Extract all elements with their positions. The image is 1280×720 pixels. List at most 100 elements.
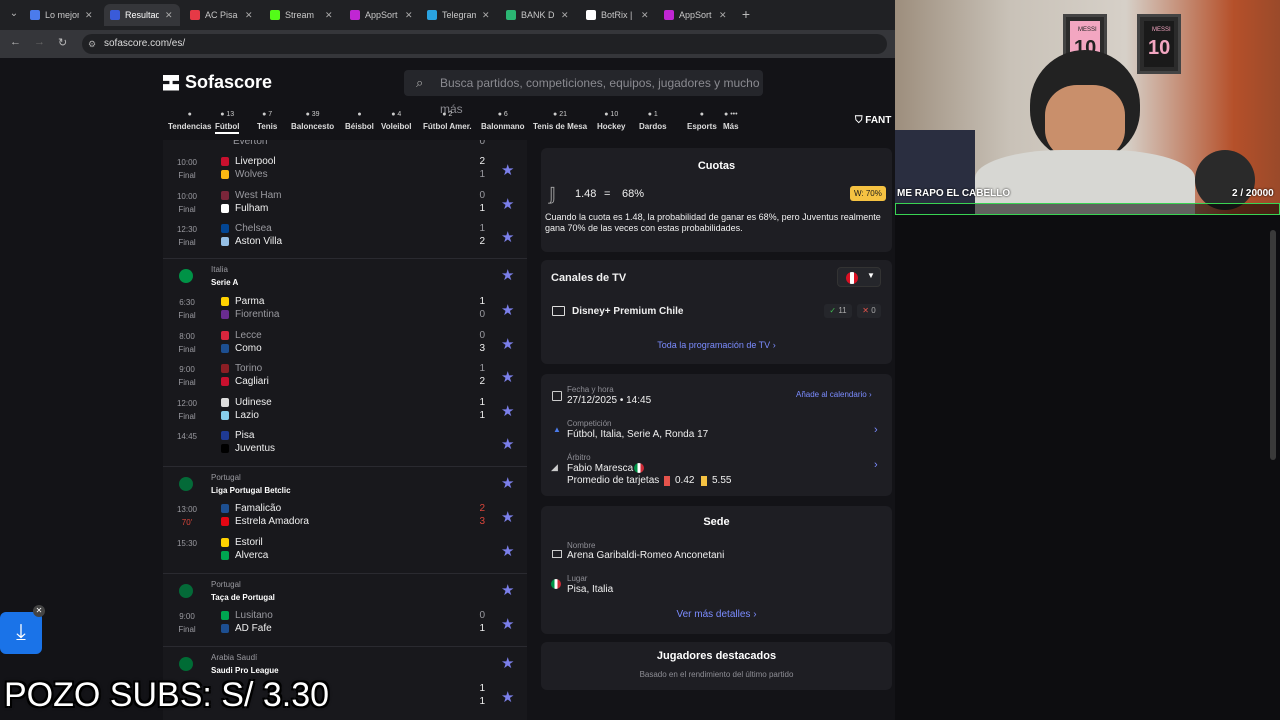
venue-details-link[interactable]: Ver más detalles › [541,609,892,620]
reload-icon[interactable]: ↻ [58,36,67,49]
favorite-star-icon[interactable]: ★ [501,402,514,420]
match-row[interactable]: 14:45 Pisa Juventus ★ [163,427,527,460]
tab-close-icon[interactable]: ✕ [482,10,490,21]
download-button[interactable]: ⤓ [0,612,42,654]
browser-tab[interactable]: BotRix | ✕ [580,4,656,26]
match-row[interactable]: 13:00 70' Famalicão Estrela Amadora 2 3 ★ [163,500,527,533]
favorite-star-icon[interactable]: ★ [501,581,514,599]
favorite-star-icon[interactable]: ★ [501,508,514,526]
sport-tab[interactable]: ● Béisbol [345,108,374,131]
sport-tab[interactable]: ● 7 Tenis [257,108,277,131]
referee-label: Árbitro [567,453,591,462]
favorite-star-icon[interactable]: ★ [501,335,514,353]
country-flag-icon [179,269,193,283]
sport-tab[interactable]: ● 4 Voleibol [381,108,412,131]
sport-tab[interactable]: ● 10 Hockey [597,108,625,131]
browser-tab[interactable]: BANK Di ✕ [500,4,576,26]
browser-tab[interactable]: Resultad ✕ [104,4,180,26]
sport-tab[interactable]: ● 1 Dardos [639,108,667,131]
browser-tab-bar: ⌄ Lo mejor ✕ Resultad ✕ AC Pisa ✕ Stream ✕ AppSo… [0,0,895,30]
favorite-star-icon[interactable]: ★ [501,301,514,319]
tab-close-icon[interactable]: ✕ [719,10,727,21]
download-close-icon[interactable]: ✕ [33,605,45,617]
sport-tab[interactable]: ● 6 Balonmano [481,108,525,131]
competition-value[interactable]: Fútbol, Italia, Serie A, Ronda 17 [567,429,708,440]
favorite-star-icon[interactable]: ★ [501,266,514,284]
back-icon[interactable]: ← [10,36,21,48]
sport-label: Tenis de Mesa [533,122,588,131]
scrollbar[interactable] [1270,230,1276,460]
favorite-star-icon[interactable]: ★ [501,195,514,213]
favorite-star-icon[interactable]: ★ [501,615,514,633]
site-info-icon[interactable]: ⚙ [88,34,96,54]
sport-tab[interactable]: ● 39 Baloncesto [291,108,334,131]
calendar-icon [552,391,562,401]
tab-close-icon[interactable]: ✕ [641,10,649,21]
referee-chevron-icon[interactable]: › [874,459,878,471]
match-row[interactable]: 12:00 Final Udinese Lazio 1 1 ★ [163,394,527,427]
chevron-right-icon: › [772,340,776,350]
league-header[interactable]: Italia Serie A ★ [163,258,527,292]
fantasy-link[interactable]: ⛉ FANT [855,115,891,126]
sport-tab[interactable]: ● Esports [687,108,717,131]
tab-close-icon[interactable]: ✕ [561,10,569,21]
tab-search-icon[interactable]: ⌄ [6,6,22,22]
vote-down-button[interactable]: ✕ 0 [857,304,881,318]
referee-value[interactable]: Fabio Maresca [567,463,633,474]
match-status: Final [178,311,196,320]
partial-team: Everton [233,140,268,147]
odds-description: Cuando la cuota es 1.48, la probabilidad… [545,212,881,233]
favorite-star-icon[interactable]: ★ [501,654,514,672]
favorite-star-icon[interactable]: ★ [501,542,514,560]
competition-chevron-icon[interactable]: › [874,424,878,436]
browser-tab[interactable]: Lo mejor ✕ [24,4,100,26]
tab-favicon-icon [110,10,120,20]
match-row[interactable]: 15:30 Estoril Alverca ★ [163,534,527,567]
tab-close-icon[interactable]: ✕ [245,10,253,21]
league-header[interactable]: Portugal Liga Portugal Betclic ★ [163,466,527,500]
tab-label: AppSort [365,10,398,20]
match-row[interactable]: 8:00 Final Lecce Como 0 3 ★ [163,327,527,360]
favorite-star-icon[interactable]: ★ [501,435,514,453]
add-calendar-link[interactable]: Añade al calendario › [796,390,872,399]
match-time: 10:00 [176,158,198,167]
tab-close-icon[interactable]: ✕ [165,10,173,21]
match-row[interactable]: 10:00 Final Liverpool Wolves 2 1 ★ [163,153,527,186]
browser-tab[interactable]: Stream ✕ [264,4,340,26]
browser-tab[interactable]: AppSort ✕ [344,4,420,26]
sport-tab[interactable]: ● 13 Fútbol [215,108,240,134]
country-select[interactable]: ▼ [837,267,881,287]
match-row[interactable]: 9:00 Final Torino Cagliari 1 2 ★ [163,360,527,393]
vote-up-button[interactable]: ✓ 11 [824,304,852,318]
new-tab-button[interactable]: + [738,6,754,22]
league-header[interactable]: Portugal Taça de Portugal ★ [163,573,527,607]
sofascore-logo[interactable]: Sofascore [163,72,272,93]
person-face [1045,85,1125,160]
tv-schedule-link[interactable]: Toda la programación de TV › [541,340,892,350]
sport-tab[interactable]: ● 21 Tenis de Mesa [533,108,587,131]
sport-tab[interactable]: ● Tendencias [168,108,211,131]
tab-close-icon[interactable]: ✕ [325,10,333,21]
favorite-star-icon[interactable]: ★ [501,688,514,706]
tab-close-icon[interactable]: ✕ [405,10,413,21]
match-row[interactable]: 9:00 Final Lusitano AD Fafe 0 1 ★ [163,607,527,640]
favorite-star-icon[interactable]: ★ [501,161,514,179]
match-row[interactable]: 6:30 Final Parma Fiorentina 1 0 ★ [163,293,527,326]
browser-tab[interactable]: AC Pisa ✕ [184,4,260,26]
match-row[interactable]: 12:30 Final Chelsea Aston Villa 1 2 ★ [163,220,527,253]
url-input[interactable]: ⚙ sofascore.com/es/ [82,34,887,54]
favorite-star-icon[interactable]: ★ [501,228,514,246]
sport-tab[interactable]: ● ••• Más [723,108,739,131]
search-input[interactable]: ⌕ Busca partidos, competiciones, equipos… [404,70,763,116]
sport-icon: ● [699,111,705,118]
forward-icon[interactable]: → [34,36,45,48]
browser-tab[interactable]: AppSort ✕ [658,4,734,26]
match-row[interactable]: 10:00 Final West Ham Fulham 0 1 ★ [163,187,527,220]
sport-tab[interactable]: ● 2 Fútbol Amer. [423,108,472,131]
tab-close-icon[interactable]: ✕ [85,10,93,21]
favorite-star-icon[interactable]: ★ [501,368,514,386]
juventus-crest-icon: 𝕁 [549,184,557,204]
league-header[interactable]: Arabia Saudí Saudi Pro League ★ [163,646,527,680]
favorite-star-icon[interactable]: ★ [501,474,514,492]
browser-tab[interactable]: Telegram ✕ [421,4,497,26]
